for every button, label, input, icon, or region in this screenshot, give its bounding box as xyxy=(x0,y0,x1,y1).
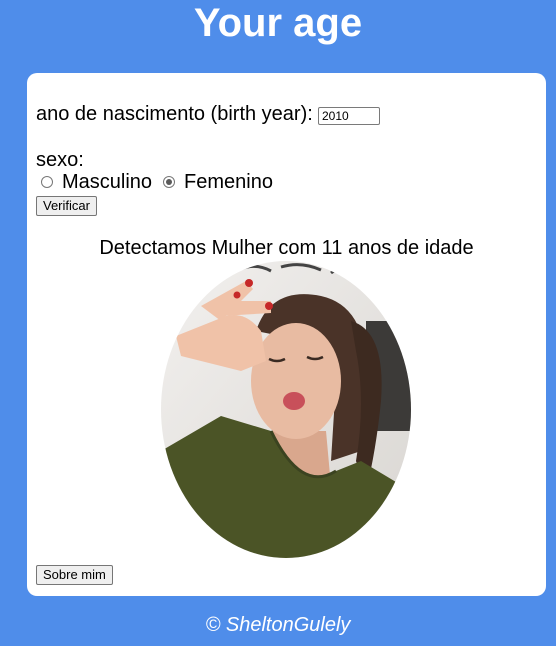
birth-year-label: ano de nascimento (birth year): xyxy=(36,103,313,125)
page-title: Your age xyxy=(193,1,363,45)
radio-femenino-label[interactable]: Femenino xyxy=(184,171,273,194)
sex-label: sexo: xyxy=(36,149,84,171)
footer-credit: © SheltonGulely xyxy=(205,614,351,636)
verify-button[interactable]: Verificar xyxy=(36,196,97,216)
radio-femenino[interactable] xyxy=(163,176,175,188)
radio-masculino-label[interactable]: Masculino xyxy=(62,171,152,194)
birth-year-input[interactable] xyxy=(318,107,380,125)
page-header: Your age xyxy=(0,0,556,50)
result-text: Detectamos Mulher com 11 anos de idade xyxy=(99,237,474,259)
about-me-button[interactable]: Sobre mim xyxy=(36,565,113,585)
person-photo-icon xyxy=(161,261,411,558)
radio-masculino[interactable] xyxy=(41,176,53,188)
main-card: ano de nascimento (birth year): sexo: Ma… xyxy=(27,73,546,596)
